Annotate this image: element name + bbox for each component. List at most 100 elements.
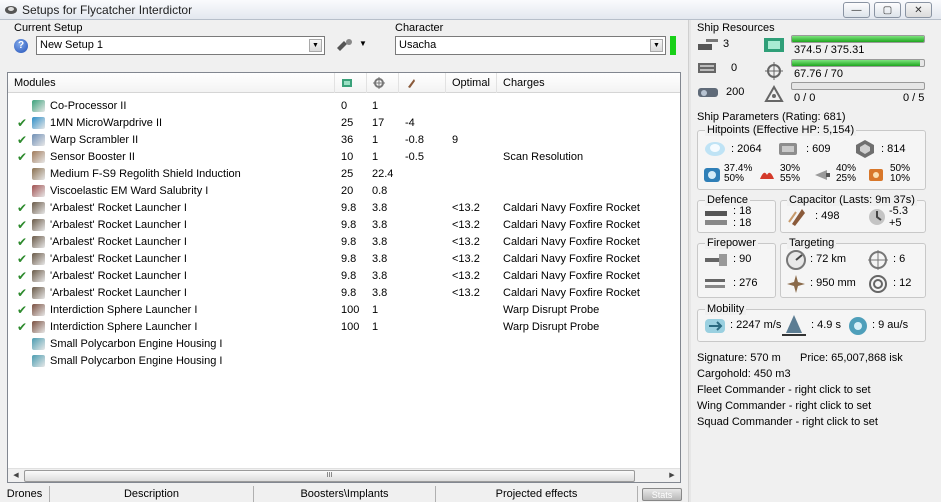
- column-capacitor[interactable]: [399, 73, 446, 93]
- pane-splitter[interactable]: [688, 20, 691, 502]
- module-row[interactable]: Co-Processor II 0 1: [8, 98, 680, 115]
- hitpoints-title: Hitpoints (Effective HP: 5,154): [705, 124, 857, 136]
- module-row[interactable]: ✔ 'Arbalest' Rocket Launcher I 9.8 3.8 <13.2…: [8, 251, 680, 268]
- setup-select-value: New Setup 1: [40, 39, 103, 51]
- sensor-strength-value: : 12: [893, 277, 912, 289]
- ship-tools-icon: [337, 39, 352, 51]
- module-name-cell: Small Polycarbon Engine Housing I: [50, 338, 223, 350]
- scan-resolution-value: : 950 mm: [810, 277, 856, 289]
- capacitor-icon: [408, 79, 415, 89]
- active-check-icon[interactable]: ✔: [17, 133, 27, 147]
- align-time-value: : 4.9 s: [811, 319, 841, 331]
- module-row[interactable]: ✔ 1MN MicroWarpdrive II 25 17 -4: [8, 115, 680, 132]
- ship-parameters-title: Ship Parameters (Rating: 681): [697, 111, 846, 123]
- module-row[interactable]: ✔ Warp Scrambler II 36 1 -0.8 9: [8, 132, 680, 149]
- active-check-icon[interactable]: ✔: [17, 286, 27, 300]
- squad-commander-text[interactable]: Squad Commander - right click to set: [697, 416, 878, 428]
- scroll-left-icon[interactable]: ◀: [9, 470, 23, 482]
- module-cpu-cell: 100: [341, 321, 360, 333]
- rocket-launcher-icon: [32, 253, 45, 265]
- explosive-resist-values: 50% 10%: [890, 163, 911, 184]
- scroll-right-icon[interactable]: ▶: [665, 470, 679, 482]
- module-optimal-cell: <13.2: [452, 219, 480, 231]
- module-name-cell: Interdiction Sphere Launcher I: [50, 321, 198, 333]
- active-check-icon[interactable]: ✔: [17, 218, 27, 232]
- active-check-icon[interactable]: ✔: [17, 269, 27, 283]
- column-powergrid[interactable]: [367, 73, 399, 93]
- active-check-icon[interactable]: ✔: [17, 116, 27, 130]
- tab-boosters-implants[interactable]: Boosters\Implants: [254, 486, 436, 502]
- powergrid-bar: [791, 59, 925, 67]
- module-row[interactable]: ✔ 'Arbalest' Rocket Launcher I 9.8 3.8 <13.2…: [8, 285, 680, 302]
- column-charges[interactable]: Charges: [497, 73, 680, 93]
- module-charge-cell: Caldari Navy Foxfire Rocket: [503, 253, 640, 265]
- module-charge-cell: Caldari Navy Foxfire Rocket: [503, 219, 640, 231]
- capacitor-icon: [788, 209, 805, 226]
- horizontal-scrollbar[interactable]: ◀ III ▶: [8, 468, 680, 482]
- module-row[interactable]: Viscoelastic EM Ward Salubrity I 20 0.8: [8, 183, 680, 200]
- firepower-dps-value: : 90: [733, 253, 752, 265]
- defence-shield-value: : 18: [733, 205, 752, 217]
- setup-select[interactable]: New Setup 1 ▼: [36, 36, 325, 55]
- module-row[interactable]: ✔ 'Arbalest' Rocket Launcher I 9.8 3.8 <13.2…: [8, 268, 680, 285]
- thermal-resist-icon: [760, 172, 774, 179]
- active-check-icon[interactable]: ✔: [17, 320, 27, 334]
- sensor-strength-icon: [869, 275, 887, 293]
- tab-drones[interactable]: Drones: [0, 486, 50, 502]
- character-select[interactable]: Usacha ▼: [395, 36, 666, 55]
- active-check-icon[interactable]: ✔: [17, 235, 27, 249]
- help-icon[interactable]: ?: [14, 39, 28, 53]
- active-check-icon[interactable]: ✔: [17, 252, 27, 266]
- module-pg-cell: 3.8: [372, 219, 388, 231]
- warp-speed-icon: [849, 317, 867, 335]
- module-row[interactable]: ✔ 'Arbalest' Rocket Launcher I 9.8 3.8 <13.2…: [8, 200, 680, 217]
- kinetic-resist-icon: [815, 170, 830, 180]
- modules-list[interactable]: Modules Optimal Charges Co-Processor II 0…: [7, 72, 681, 483]
- module-row[interactable]: ✔ Sensor Booster II 10 1 -0.5 Scan Resolution: [8, 149, 680, 166]
- setup-tools-dropdown[interactable]: ▼: [336, 38, 370, 54]
- module-pg-cell: 1: [372, 321, 379, 333]
- active-check-icon[interactable]: ✔: [17, 150, 27, 164]
- module-cpu-cell: 25: [341, 168, 354, 180]
- module-optimal-cell: <13.2: [452, 236, 480, 248]
- active-check-icon[interactable]: ✔: [17, 303, 27, 317]
- maximize-button[interactable]: ▢: [874, 2, 901, 18]
- stats-button[interactable]: Stats: [642, 488, 682, 501]
- close-button[interactable]: ✕: [905, 2, 932, 18]
- module-row[interactable]: Medium F-S9 Regolith Shield Induction 25 2…: [8, 166, 680, 183]
- minimize-button[interactable]: —: [843, 2, 870, 18]
- module-row[interactable]: Small Polycarbon Engine Housing I: [8, 353, 680, 370]
- explosive-resist-icon: [869, 169, 883, 181]
- calibration-value: 0 / 0: [794, 92, 816, 104]
- chevron-down-icon: ▼: [359, 39, 367, 48]
- rocket-launcher-icon: [32, 236, 45, 248]
- active-check-icon[interactable]: ✔: [17, 201, 27, 215]
- module-pg-cell: 3.8: [372, 202, 388, 214]
- module-row[interactable]: Small Polycarbon Engine Housing I: [8, 336, 680, 353]
- module-row[interactable]: ✔ Interdiction Sphere Launcher I 100 1 Warp …: [8, 302, 680, 319]
- column-cpu[interactable]: [335, 73, 367, 93]
- capacitor-recharge-icon: [869, 209, 885, 225]
- tab-description[interactable]: Description: [50, 486, 254, 502]
- scrollbar-thumb[interactable]: III: [24, 470, 635, 482]
- shield-boost-icon: [705, 211, 727, 225]
- module-name-cell: 1MN MicroWarpdrive II: [50, 117, 163, 129]
- character-label: Character: [395, 22, 444, 34]
- capacitor-recharge-value: +5: [889, 217, 902, 229]
- rocket-launcher-icon: [32, 202, 45, 214]
- current-setup-label: Current Setup: [14, 22, 83, 34]
- module-row[interactable]: ✔ Interdiction Sphere Launcher I 100 1 Warp …: [8, 319, 680, 336]
- wing-commander-text[interactable]: Wing Commander - right click to set: [697, 400, 871, 412]
- column-optimal[interactable]: Optimal: [446, 73, 497, 93]
- fleet-commander-text[interactable]: Fleet Commander - right click to set: [697, 384, 871, 396]
- interdiction-launcher-icon: [32, 304, 45, 316]
- microwarpdrive-icon: [32, 117, 45, 129]
- tab-projected-effects[interactable]: Projected effects: [436, 486, 638, 502]
- module-optimal-cell: <13.2: [452, 253, 480, 265]
- powergrid-icon: [765, 62, 783, 80]
- module-row[interactable]: ✔ 'Arbalest' Rocket Launcher I 9.8 3.8 <13.2…: [8, 234, 680, 251]
- module-row[interactable]: ✔ 'Arbalest' Rocket Launcher I 9.8 3.8 <13.2…: [8, 217, 680, 234]
- volley-icon: [705, 279, 725, 288]
- column-modules[interactable]: Modules: [8, 73, 335, 93]
- module-cpu-cell: 9.8: [341, 270, 357, 282]
